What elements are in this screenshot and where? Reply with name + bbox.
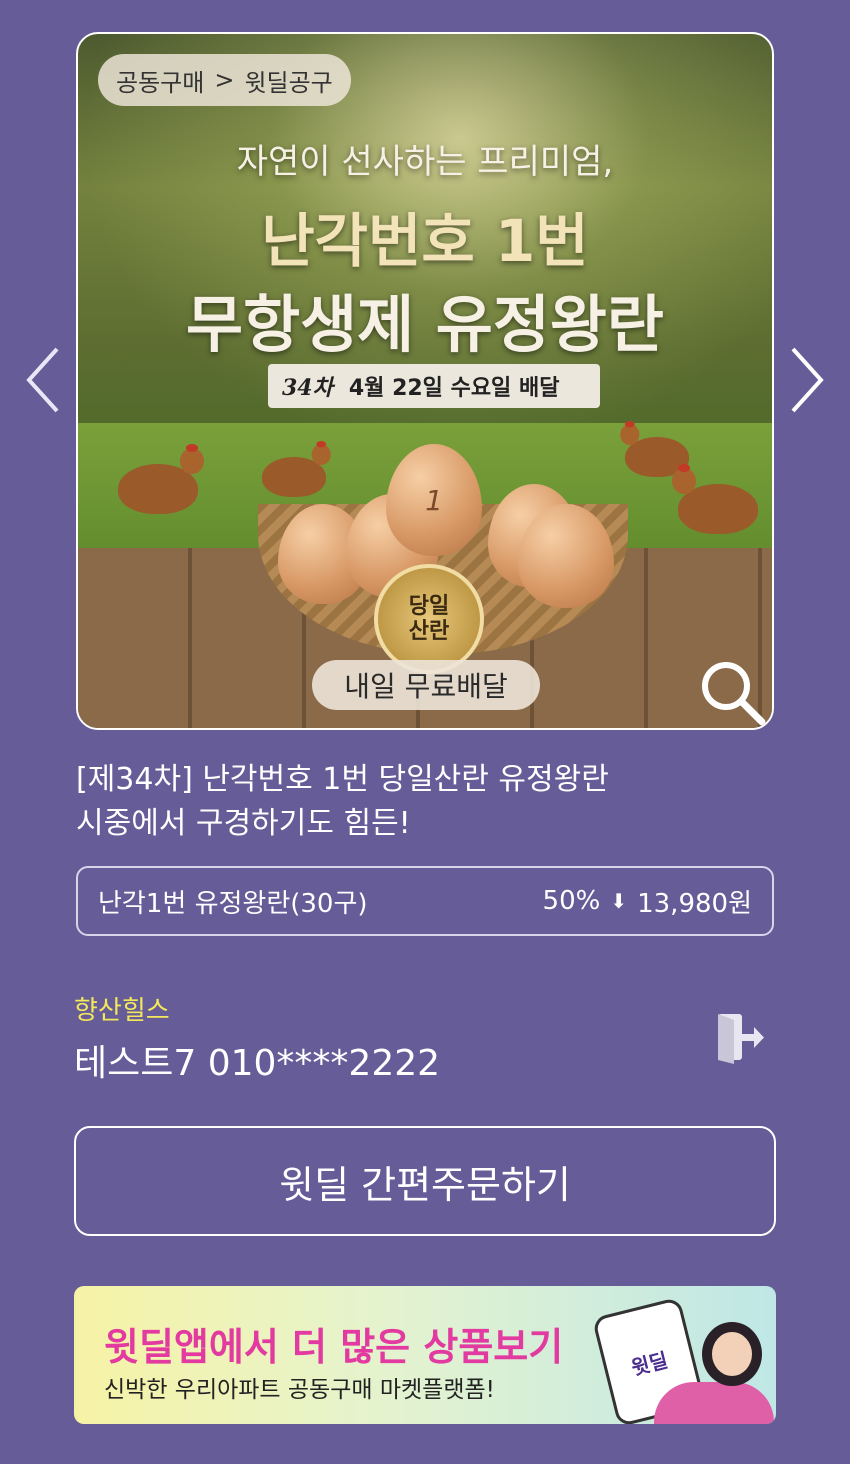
hero-title-line1: 난각번호 1번 [261,207,589,275]
breadcrumb[interactable]: 공동구매 > 윗딜공구 [98,54,351,106]
breadcrumb-category: 공동구매 [116,68,205,97]
discount-rate: 50% [542,886,601,916]
logout-door-icon [718,1014,764,1064]
breadcrumb-separator: > [214,66,235,94]
round-label: 34차 [282,375,333,401]
banner-subtitle: 신박한 우리아파트 공동구매 마켓플랫폼! [104,1377,495,1403]
delivery-date: 4월 22일 수요일 배달 [348,376,560,401]
user-info: 테스트7 010****2222 [74,1043,441,1084]
egg-number: 1 [425,483,443,517]
badge-line2: 산란 [408,619,450,644]
quick-order-button[interactable]: 윗딜 간편주문하기 [74,1126,776,1236]
product-title-line2: 시중에서 구경하기도 힘든! [76,806,411,841]
app-promo-banner[interactable]: 윗딜앱에서 더 많은 상품보기 신박한 우리아파트 공동구매 마켓플랫폼! 윗딜 [74,1286,776,1424]
delivery-ribbon: 34차 4월 22일 수요일 배달 [268,364,600,408]
chevron-right-icon [791,347,824,413]
product-title-line1: [제34차] 난각번호 1번 당일산란 유정왕란 [76,762,609,797]
logout-button[interactable] [712,1010,768,1066]
badge-line1: 당일 [408,593,450,619]
zoom-button[interactable] [698,658,768,728]
option-name: 난각1번 유정왕란(30구) [98,888,368,919]
next-slide-button[interactable] [782,345,832,415]
hero-subtitle: 자연이 선사하는 프리미엄, [236,142,614,182]
magnifier-icon [702,662,766,726]
hen-illustration [118,444,208,514]
hen-illustration [668,464,758,534]
product-title: [제34차] 난각번호 1번 당일산란 유정왕란 시중에서 구경하기도 힘든! [76,758,776,846]
hen-illustration [262,441,334,497]
prev-slide-button[interactable] [18,345,68,415]
option-price: 50% ⬇ 13,980원 [543,883,752,920]
apartment-complex-name: 향산힐스 [74,996,170,1026]
sale-price: 13,980원 [637,888,752,919]
same-day-badge: 당일 산란 [374,564,484,674]
person-illustration-head [702,1322,762,1386]
product-image[interactable]: 공동구매 > 윗딜공구 자연이 선사하는 프리미엄, 난각번호 1번 무항생제 … [76,32,774,730]
hero-title-line2: 무항생제 유정왕란 [186,288,664,361]
banner-title: 윗딜앱에서 더 많은 상품보기 [104,1325,564,1369]
person-illustration-body [654,1382,774,1424]
down-arrow-icon: ⬇ [610,889,628,913]
phone-app-logo: 윗딜 [628,1347,671,1380]
chevron-left-icon [26,347,59,413]
breadcrumb-current: 윗딜공구 [244,68,333,97]
free-shipping-badge: 내일 무료배달 [312,660,540,710]
product-option[interactable]: 난각1번 유정왕란(30구) 50% ⬇ 13,980원 [76,866,774,936]
